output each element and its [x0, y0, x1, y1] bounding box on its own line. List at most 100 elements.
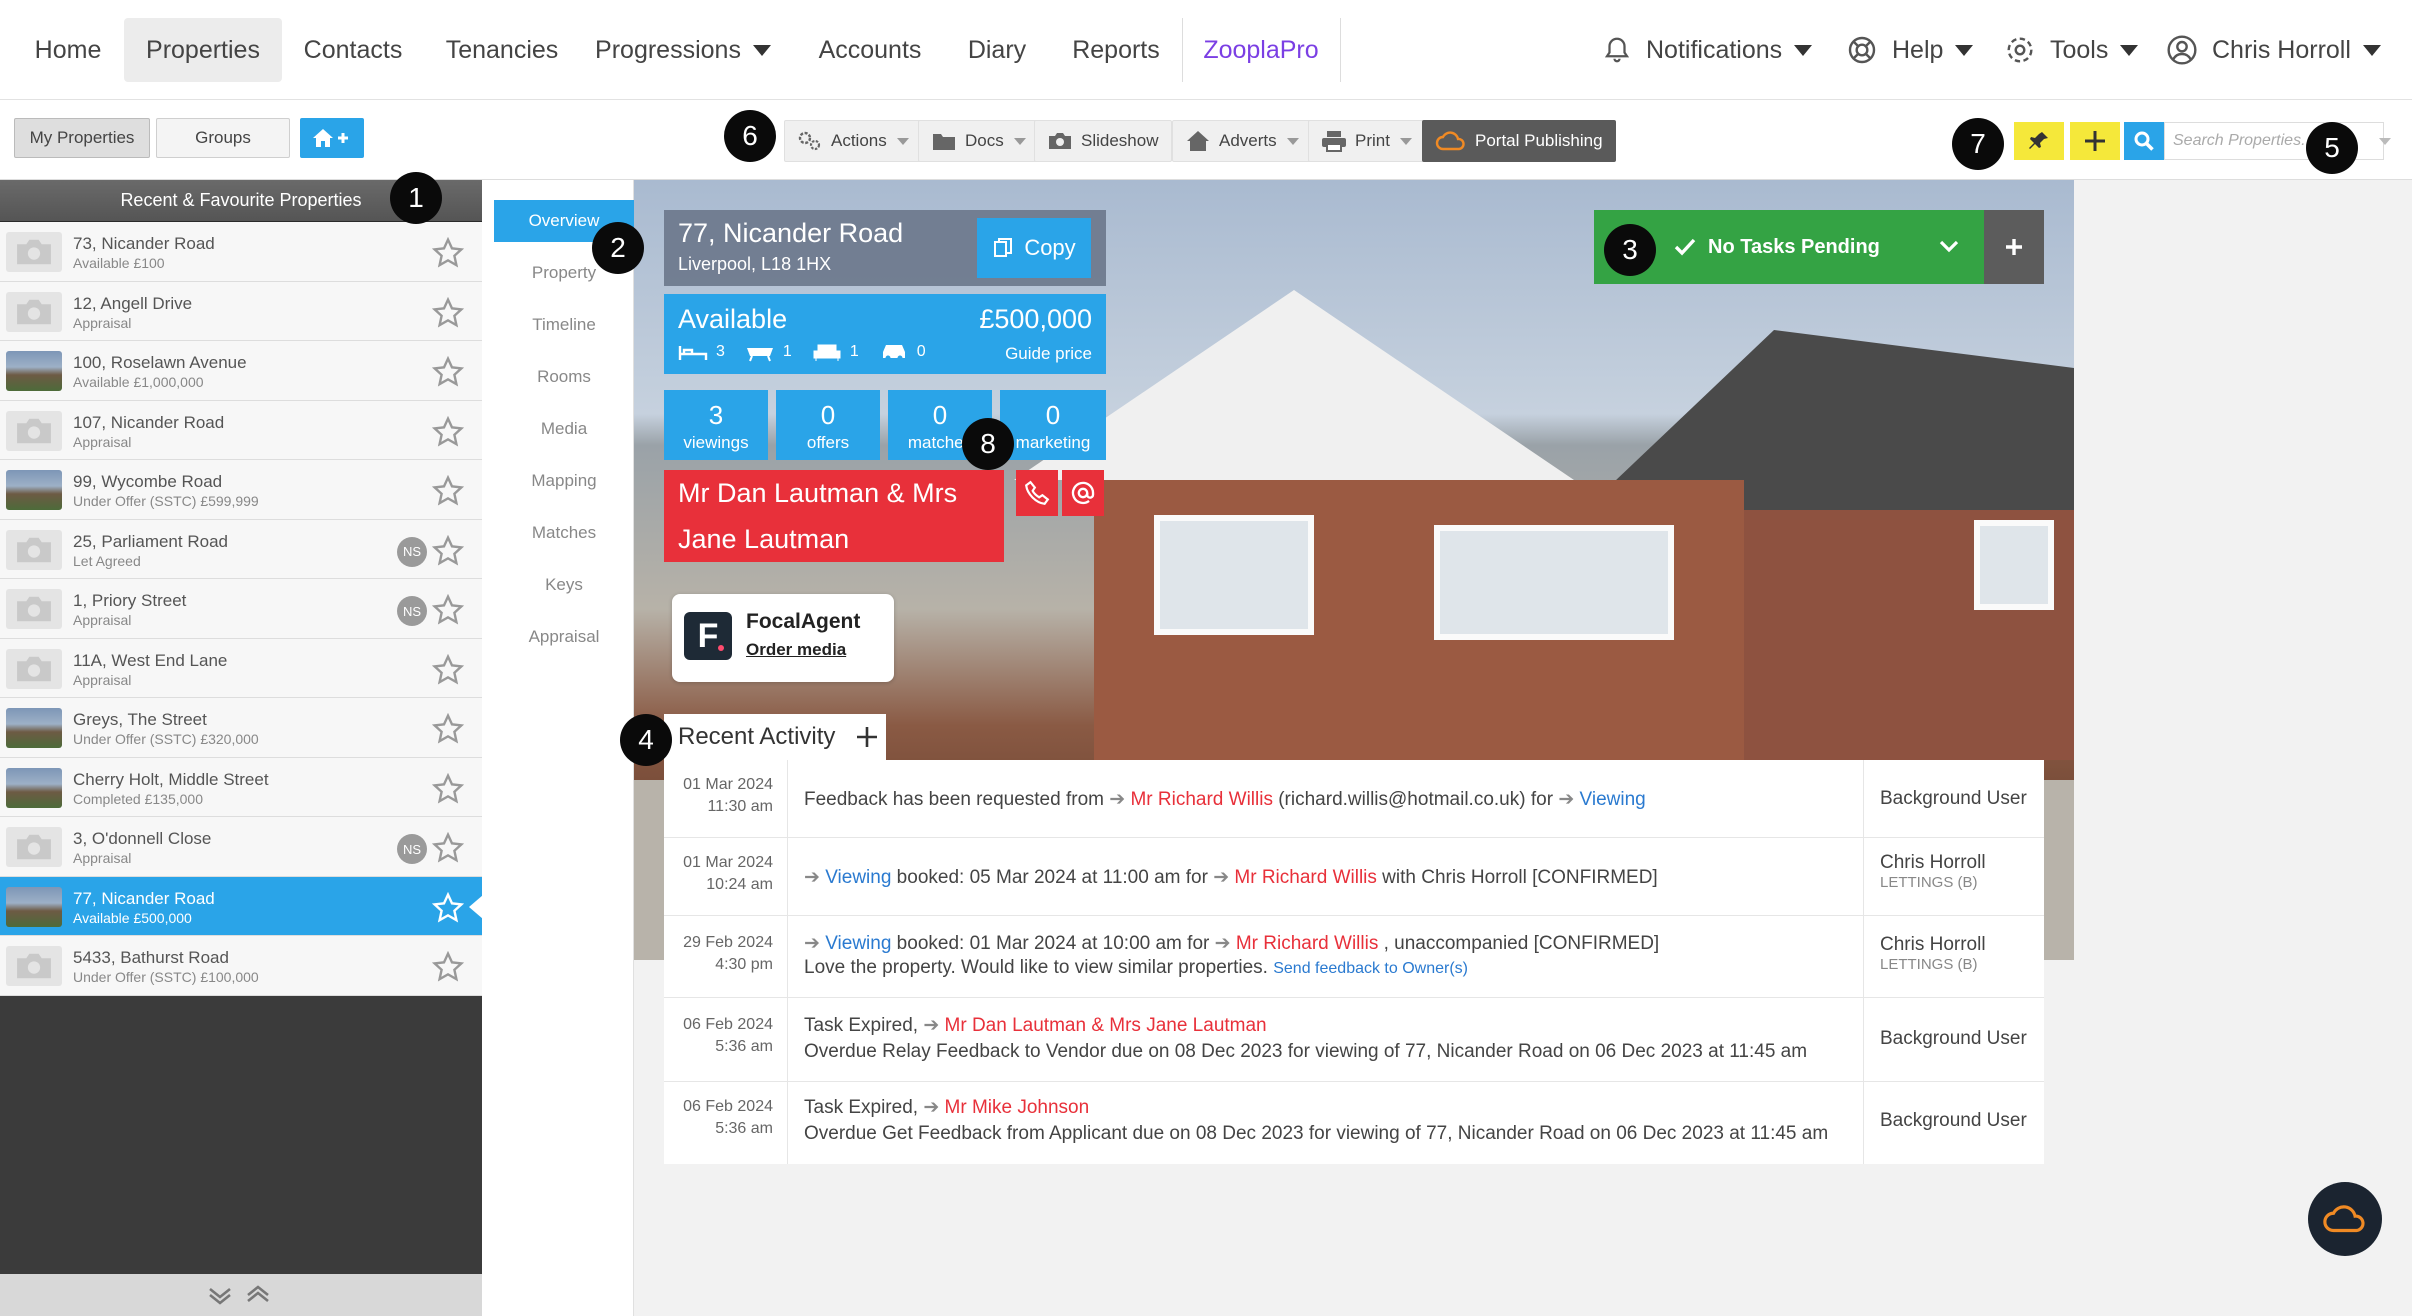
- sidebar-property-item[interactable]: 25, Parliament Road Let Agreed NS: [0, 519, 482, 579]
- slideshow-button[interactable]: Slideshow: [1034, 120, 1172, 162]
- nav-zooplapro[interactable]: ZooplaPro: [1196, 18, 1326, 82]
- add-task-button[interactable]: [1984, 210, 2044, 284]
- vendor-card[interactable]: Mr Dan Lautman & Mrs Jane Lautman: [664, 470, 1004, 562]
- pin-button[interactable]: [2014, 122, 2064, 160]
- nav-progressions[interactable]: Progressions: [590, 18, 776, 82]
- email-vendor-button[interactable]: [1062, 470, 1104, 516]
- tab-groups[interactable]: Groups: [156, 118, 290, 158]
- subnav-mapping[interactable]: Mapping: [494, 460, 634, 502]
- nav-contacts[interactable]: Contacts: [294, 18, 412, 82]
- add-button[interactable]: [2070, 122, 2120, 160]
- contact-link[interactable]: Mr Richard Willis: [1236, 933, 1379, 954]
- add-activity-icon[interactable]: [855, 725, 879, 749]
- stat-marketing[interactable]: 0 marketing: [1000, 390, 1106, 460]
- cloud-icon: [1435, 131, 1465, 151]
- subnav-rooms[interactable]: Rooms: [494, 356, 634, 398]
- favourite-star-icon[interactable]: [432, 951, 464, 983]
- nav-accounts[interactable]: Accounts: [812, 18, 928, 82]
- favourite-star-icon[interactable]: [432, 237, 464, 269]
- cloud-icon: [2323, 1205, 2365, 1233]
- nav-reports[interactable]: Reports: [1066, 18, 1166, 82]
- portal-publishing-button[interactable]: Portal Publishing: [1422, 120, 1616, 162]
- favourite-star-icon[interactable]: [432, 415, 464, 448]
- subnav-keys[interactable]: Keys: [494, 564, 634, 606]
- activity-row[interactable]: 01 Mar 2024 10:24 am ➔ Viewing booked: 0…: [664, 838, 2044, 916]
- camera-icon: [1049, 133, 1071, 149]
- docs-button[interactable]: Docs: [918, 120, 1039, 162]
- sidebar-property-item[interactable]: 11A, West End Lane Appraisal: [0, 638, 482, 698]
- favourite-star-icon[interactable]: [432, 534, 464, 567]
- activity-row[interactable]: 29 Feb 2024 4:30 pm ➔ Viewing booked: 01…: [664, 916, 2044, 998]
- sidebar-property-item[interactable]: 12, Angell Drive Appraisal: [0, 281, 482, 341]
- collapse-expand-icon[interactable]: [204, 1282, 278, 1308]
- sidebar-property-item[interactable]: 77, Nicander Road Available £500,000: [0, 876, 483, 936]
- copy-address-button[interactable]: Copy: [977, 218, 1091, 278]
- property-status: Available £500,000: [73, 909, 192, 926]
- stat-viewings[interactable]: 3 viewings: [664, 390, 768, 460]
- property-status: Under Offer (SSTC) £320,000: [73, 731, 259, 747]
- viewing-link[interactable]: Viewing: [1580, 789, 1646, 810]
- tab-my-properties[interactable]: My Properties: [14, 118, 150, 158]
- search-dropdown-button[interactable]: [2372, 122, 2398, 160]
- sidebar-property-item[interactable]: 73, Nicander Road Available £100: [0, 222, 482, 282]
- contact-link[interactable]: Mr Dan Lautman & Mrs Jane Lautman: [945, 1015, 1267, 1036]
- sidebar-property-item[interactable]: Greys, The Street Under Offer (SSTC) £320…: [0, 698, 482, 758]
- subnav-timeline[interactable]: Timeline: [494, 304, 634, 346]
- activity-row[interactable]: 06 Feb 2024 5:36 am Task Expired, ➔ Mr D…: [664, 998, 2044, 1082]
- favourite-star-icon[interactable]: [432, 356, 464, 388]
- subnav-appraisal[interactable]: Appraisal: [494, 616, 634, 658]
- nav-properties[interactable]: Properties: [124, 18, 282, 82]
- contact-link[interactable]: Mr Richard Willis: [1130, 789, 1273, 810]
- favourite-star-icon[interactable]: [432, 594, 464, 626]
- sidebar-property-item[interactable]: Cherry Holt, Middle Street Completed £135…: [0, 757, 482, 817]
- nav-help[interactable]: Help: [1846, 18, 1974, 82]
- search-button[interactable]: [2124, 122, 2164, 160]
- favourite-star-icon[interactable]: [432, 653, 464, 686]
- contact-link[interactable]: Mr Richard Willis: [1234, 867, 1377, 888]
- viewing-link[interactable]: Viewing: [825, 867, 891, 888]
- activity-row[interactable]: 01 Mar 2024 11:30 am Feedback has been r…: [664, 760, 2044, 838]
- actions-button[interactable]: Actions: [784, 120, 922, 162]
- favourite-star-icon[interactable]: [432, 296, 464, 329]
- nav-properties-label: Properties: [146, 35, 260, 64]
- nav-notifications[interactable]: Notifications: [1602, 18, 1813, 82]
- print-button[interactable]: Print: [1308, 120, 1425, 162]
- property-address: 73, Nicander Road: [73, 234, 215, 253]
- sidebar-property-item[interactable]: 107, Nicander Road Appraisal: [0, 400, 482, 460]
- sidebar-property-item[interactable]: 3, O'donnell Close Appraisal NS: [0, 817, 482, 877]
- nav-diary[interactable]: Diary: [954, 18, 1040, 82]
- send-feedback-link[interactable]: Send feedback to Owner(s): [1273, 960, 1468, 977]
- property-address: 11A, West End Lane: [73, 650, 228, 670]
- nav-home[interactable]: Home: [22, 18, 114, 82]
- subnav-matches[interactable]: Matches: [494, 512, 634, 554]
- subnav-media[interactable]: Media: [494, 408, 634, 450]
- nav-user-menu[interactable]: Chris Horroll: [2166, 18, 2381, 82]
- chevron-down-icon: [1939, 240, 1959, 253]
- sidebar-property-item[interactable]: 5433, Bathurst Road Under Offer (SSTC) £1…: [0, 936, 482, 996]
- property-address: 25, Parliament Road: [73, 531, 228, 551]
- favourite-star-icon[interactable]: [432, 832, 464, 864]
- sidebar-property-item[interactable]: 1, Priory Street Appraisal NS: [0, 579, 482, 639]
- call-vendor-button[interactable]: [1016, 470, 1058, 516]
- portal-cloud-button[interactable]: [2308, 1182, 2382, 1256]
- stat-offers[interactable]: 0 offers: [776, 390, 880, 460]
- sidebar-property-item[interactable]: 100, Roselawn Avenue Available £1,000,000: [0, 341, 482, 401]
- favourite-star-icon[interactable]: [432, 475, 464, 507]
- favourite-star-icon[interactable]: [432, 891, 464, 924]
- adverts-button[interactable]: Adverts: [1172, 120, 1312, 162]
- sidebar-property-item[interactable]: 99, Wycombe Road Under Offer (SSTC) £599,…: [0, 460, 482, 520]
- callout-badge-2: 2: [592, 222, 644, 274]
- callout-badge-4: 4: [620, 714, 672, 766]
- nav-tools[interactable]: Tools: [2004, 18, 2139, 82]
- activity-row[interactable]: 06 Feb 2024 5:36 am Task Expired, ➔ Mr M…: [664, 1082, 2044, 1164]
- nav-tenancies[interactable]: Tenancies: [438, 18, 566, 82]
- add-property-button[interactable]: [300, 118, 364, 158]
- viewing-link[interactable]: Viewing: [825, 933, 891, 954]
- favourite-star-icon[interactable]: [432, 713, 464, 745]
- favourite-star-icon[interactable]: [432, 772, 464, 805]
- price-text: £500,000: [979, 304, 1092, 334]
- order-media-link[interactable]: Order media: [746, 640, 846, 660]
- contact-link[interactable]: Mr Mike Johnson: [945, 1097, 1090, 1118]
- focalagent-card[interactable]: F FocalAgent Order media: [672, 594, 894, 682]
- address-line2: Liverpool, L18 1HX: [678, 254, 832, 274]
